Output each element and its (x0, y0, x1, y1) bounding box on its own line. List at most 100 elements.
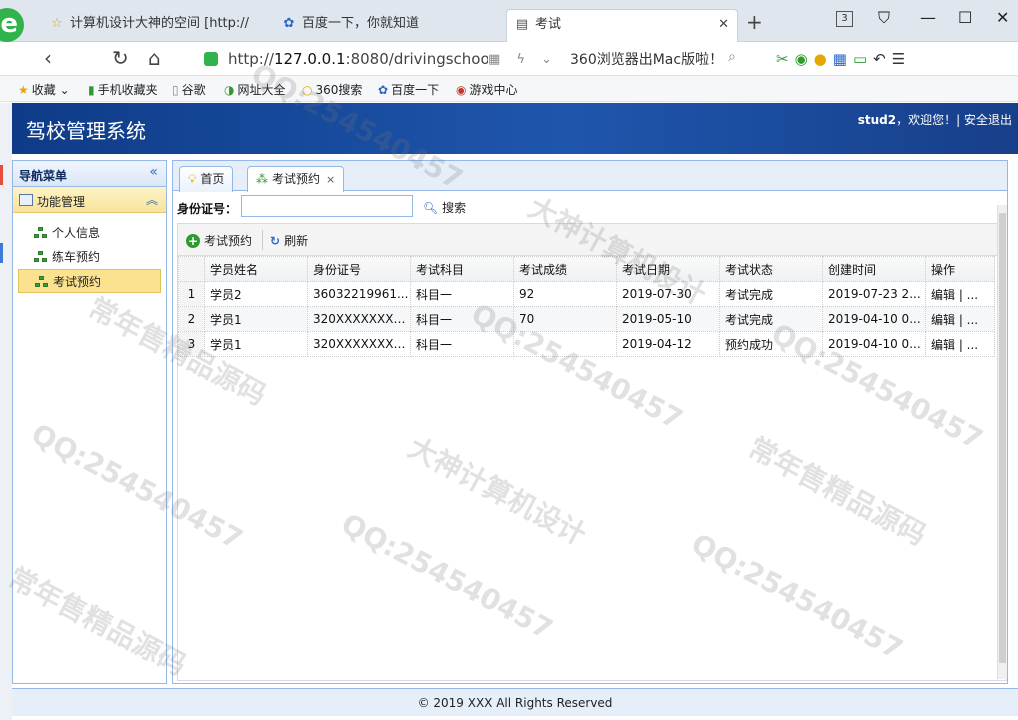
cell-score: 70 (513, 306, 617, 332)
add-exam-booking-button[interactable]: + 考试预约 (186, 232, 252, 249)
id-number-input[interactable] (241, 195, 413, 217)
table-row[interactable]: 2 学员1 320XXXXXXXX... 科目一 70 2019-05-10 考… (178, 306, 995, 332)
game-icon: ◉ (456, 83, 467, 97)
apps-icon[interactable]: ▦ (833, 50, 853, 68)
welcome-text: ，欢迎您！| (896, 113, 964, 127)
search-row: 身份证号： 🔍︎ 搜索 (173, 191, 1007, 221)
coin-icon[interactable]: ● (814, 50, 833, 68)
column-header[interactable]: 操作 (925, 256, 995, 282)
bookmark-baidu[interactable]: ✿ 百度一下 (378, 81, 439, 98)
maximize-button[interactable]: ☐ (958, 8, 972, 27)
search-icon[interactable]: ⌕ (728, 49, 736, 65)
column-header[interactable]: 考试日期 (616, 256, 720, 282)
collapse-group-icon[interactable]: ︽ (146, 191, 158, 208)
bookmark-favorites[interactable]: ★ 收藏 ⌄ (18, 81, 70, 98)
column-header[interactable]: 学员姓名 (204, 256, 308, 282)
bookmark-label: 谷歌 (181, 83, 206, 97)
browser-tab-active[interactable]: ▤ 考试 ✕ (506, 9, 738, 42)
shirt-icon[interactable]: ⛉ (878, 8, 890, 28)
close-tab-icon[interactable]: ✕ (718, 10, 729, 40)
minimize-button[interactable]: — (920, 8, 936, 27)
translate-icon[interactable]: ◉ (795, 50, 814, 68)
refresh-button[interactable]: ↻ 刷新 (270, 232, 308, 249)
column-header[interactable]: 考试状态 (719, 256, 823, 282)
menu-icon[interactable]: ☰ (892, 50, 911, 68)
back-icon[interactable]: ‹ (44, 46, 52, 70)
collapse-sidebar-icon[interactable]: « (149, 164, 158, 180)
table-row[interactable]: 3 学员1 320XXXXXXXX... 科目一 2019-04-12 预约成功… (178, 331, 995, 357)
browser-logo-icon[interactable]: e (0, 8, 24, 42)
new-tab-button[interactable]: + (746, 10, 763, 34)
star-icon: ★ (18, 83, 29, 97)
close-window-button[interactable]: ✕ (996, 8, 1009, 27)
toolbar-icons[interactable]: ✂◉●▦▭↶☰ (776, 50, 911, 68)
page-tabs: 💡︎ 首页 ⁂ 考试预约 × (173, 161, 1007, 192)
cell-actions[interactable]: 编辑 | ... (925, 306, 995, 332)
browser-tab-2[interactable]: ✿ 百度一下，你就知道 (282, 9, 482, 42)
left-edge-strip (0, 103, 12, 720)
search-button[interactable]: 🔍︎ 搜索 (423, 199, 466, 216)
sidebar: 导航菜单 « 功能管理 ︽ 个人信息 练车预约 考试预约 (12, 160, 167, 684)
sidebar-item-exam-booking[interactable]: 考试预约 (18, 269, 161, 293)
browser-tab-1[interactable]: ☆ 计算机设计大神的空间 [http://2( (50, 9, 250, 42)
undo-icon[interactable]: ↶ (873, 50, 892, 68)
bookmark-google[interactable]: ▯ 谷歌 (172, 81, 206, 98)
tab-count-badge[interactable]: 3 (836, 11, 853, 27)
tab-home[interactable]: 💡︎ 首页 (179, 166, 234, 192)
tab-exam-booking[interactable]: ⁂ 考试预约 × (247, 166, 345, 192)
add-button-label: 考试预约 (204, 234, 253, 248)
battery-icon[interactable]: ▭ (853, 50, 873, 68)
search-label: 身份证号： (177, 202, 238, 216)
row-number-header (178, 256, 205, 282)
search-icon: 🔍︎ (423, 201, 439, 215)
browser-tabbar: e ☆ 计算机设计大神的空间 [http://2( ✿ 百度一下，你就知道 ▤ 考试 … (0, 0, 1018, 42)
cell-actions[interactable]: 编辑 | ... (925, 281, 995, 307)
bookmark-label: 百度一下 (391, 83, 440, 97)
refresh-icon: ↻ (270, 234, 281, 248)
tab-label: 首页 (200, 172, 225, 186)
column-header[interactable]: 考试科目 (410, 256, 514, 282)
sidebar-item-label: 练车预约 (52, 250, 101, 264)
url-host: 127.0.0.1 (273, 50, 346, 68)
search-icon: ○ (302, 83, 313, 97)
cell-status: 考试完成 (719, 306, 823, 332)
reload-icon[interactable]: ↻ (112, 46, 129, 70)
logout-link[interactable]: 安全退出 (964, 113, 1012, 127)
sidebar-item-practice-booking[interactable]: 练车预约 (18, 245, 161, 269)
cell-subject: 科目一 (410, 331, 514, 357)
home-icon[interactable]: ⌂ (148, 46, 161, 70)
scrollbar-thumb[interactable] (999, 213, 1006, 663)
search-button-label: 搜索 (442, 201, 467, 215)
bookmark-mobile[interactable]: ▮ 手机收藏夹 (88, 81, 158, 98)
bookmark-games[interactable]: ◉ 游戏中心 (456, 81, 518, 98)
lightbulb-icon: 💡︎ (188, 172, 197, 186)
menu-group-header[interactable]: 功能管理 ︽ (13, 187, 166, 213)
url-field[interactable]: http://127.0.0.1:8080/drivingschool/ (204, 46, 488, 72)
table-row[interactable]: 1 学员2 36032219961... 科目一 92 2019-07-30 考… (178, 281, 995, 307)
cell-actions[interactable]: 编辑 | ... (925, 331, 995, 357)
chart-icon: ▤ (515, 17, 529, 32)
bookmark-label: 网址大全 (237, 83, 286, 97)
row-number: 1 (178, 281, 205, 307)
username: stud2 (857, 113, 897, 127)
cell-subject: 科目一 (410, 281, 514, 307)
app-title: 驾校管理系统 (26, 119, 146, 143)
column-header[interactable]: 考试成绩 (513, 256, 617, 282)
bookmark-360search[interactable]: ○ 360搜索 (302, 81, 362, 98)
column-header[interactable]: 身份证号 (307, 256, 411, 282)
star-icon: ☆ (51, 16, 63, 31)
promo-text[interactable]: 360浏览器出Mac版啦！ (570, 49, 723, 69)
qr-icon[interactable]: ▦ ϟ ⌄ (488, 52, 558, 67)
sidebar-item-label: 考试预约 (53, 275, 102, 289)
bookmark-sites[interactable]: ◑ 网址大全 (224, 81, 286, 98)
sidebar-item-personal-info[interactable]: 个人信息 (18, 221, 161, 245)
sidebar-item-label: 个人信息 (52, 226, 101, 240)
shield-icon (204, 52, 218, 66)
cell-exam-date: 2019-04-12 (616, 331, 720, 357)
cell-created-time: 2019-04-10 0... (822, 331, 926, 357)
scissors-icon[interactable]: ✂ (776, 50, 795, 68)
menu-group-label: 功能管理 (37, 195, 86, 209)
close-tab-icon[interactable]: × (326, 173, 335, 186)
vertical-scrollbar[interactable] (997, 205, 1007, 679)
column-header[interactable]: 创建时间 (822, 256, 926, 282)
